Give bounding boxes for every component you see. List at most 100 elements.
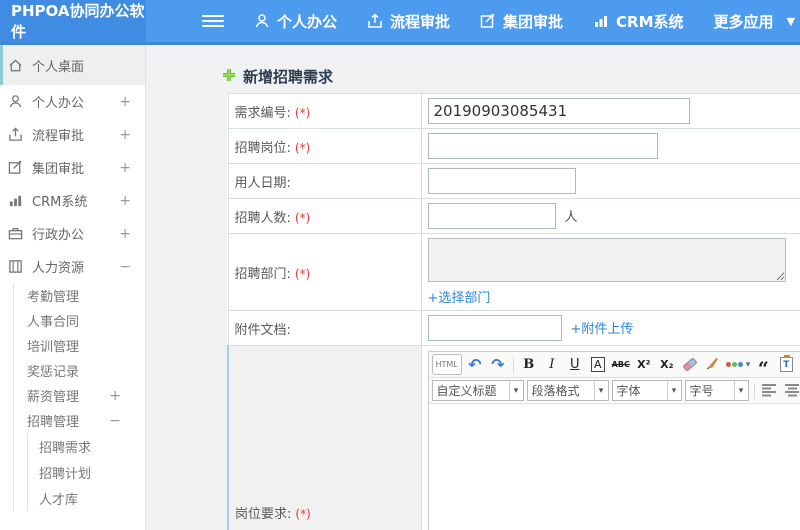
field-label: 招聘人数: <box>234 210 291 226</box>
sidebar-item-personal-desktop[interactable]: 个人桌面 <box>0 45 145 85</box>
bold-button[interactable]: B <box>519 354 539 375</box>
field-label: 招聘岗位: <box>234 140 291 156</box>
field-label: 招聘部门: <box>234 266 291 282</box>
sidebar-item-hr[interactable]: 人力资源 − <box>0 250 145 283</box>
department-textarea[interactable] <box>427 238 786 282</box>
required-marker: (*) <box>294 266 311 281</box>
chevron-down-icon: ▾ <box>666 381 681 400</box>
add-plus-icon <box>222 67 236 86</box>
form-row-position: 招聘岗位: (*) <box>227 128 800 164</box>
sidebar-item-workflow-approval[interactable]: 流程审批 + <box>0 118 145 151</box>
redo-icon[interactable]: ↷ <box>488 354 508 375</box>
form-row-department: 招聘部门: (*) +选择部门 <box>227 233 800 311</box>
main-content: 新增招聘需求 需求编号:(*) 招聘岗位:(*) 用人日期: <box>146 45 800 530</box>
group-approval-icon <box>480 13 496 29</box>
sidebar-item-crm[interactable]: CRM系统 + <box>0 184 145 217</box>
app-logo: PHPOA协同办公软件 <box>0 0 146 42</box>
sidebar-item-admin-office[interactable]: 行政办公 + <box>0 217 145 250</box>
page-title: 新增招聘需求 <box>146 45 800 93</box>
nav-item-personal-office[interactable]: 个人办公 <box>254 11 337 32</box>
sidebar-item-attendance[interactable]: 考勤管理 <box>14 283 145 308</box>
color-palette-icon[interactable]: ▾ <box>725 354 750 375</box>
hamburger-menu-icon[interactable] <box>202 12 224 30</box>
chevron-down-icon: ▾ <box>508 381 523 400</box>
font-family-select[interactable]: 字体 ▾ <box>611 380 682 401</box>
nav-item-crm[interactable]: CRM系统 <box>593 11 684 32</box>
sidebar-item-hr-contract[interactable]: 人事合同 <box>14 308 145 333</box>
user-icon <box>254 13 270 29</box>
align-left-button[interactable] <box>760 380 780 401</box>
sidebar: 个人桌面 个人办公 + 流程审批 + 集团审批 + CRM系统 + 行政办公 +… <box>0 45 146 530</box>
user-icon <box>8 94 24 109</box>
editor-content-area[interactable] <box>428 404 800 530</box>
briefcase-icon <box>8 226 24 241</box>
font-box-button[interactable]: A <box>591 357 605 372</box>
request-number-input[interactable] <box>427 98 690 124</box>
form-row-headcount: 招聘人数: (*) 人 <box>227 198 800 234</box>
recruit-submenu: 招聘需求 招聘计划 人才库 <box>27 433 145 511</box>
position-input[interactable] <box>427 133 658 159</box>
underline-button[interactable]: U <box>565 354 585 375</box>
required-marker: (*) <box>294 210 311 225</box>
sidebar-item-rewards[interactable]: 奖惩记录 <box>14 358 145 383</box>
select-department-link[interactable]: +选择部门 <box>428 291 491 306</box>
strikethrough-button[interactable]: ABC <box>611 354 631 375</box>
form-row-job-requirements: 岗位要求: (*) HTML ↶ ↷ B I U A ABC X² X₂ ▾ “… <box>227 345 800 530</box>
superscript-button[interactable]: X² <box>634 354 654 375</box>
sidebar-item-personal-office[interactable]: 个人办公 + <box>0 85 145 118</box>
required-marker: (*) <box>294 105 311 120</box>
custom-heading-select[interactable]: 自定义标题 ▾ <box>431 380 524 401</box>
field-label: 需求编号: <box>234 105 291 121</box>
sidebar-item-training[interactable]: 培训管理 <box>14 333 145 358</box>
navbar-menu: 个人办公 流程审批 集团审批 CRM系统 更多应用 ▼ <box>146 0 800 42</box>
group-approval-icon <box>8 160 24 175</box>
undo-icon[interactable]: ↶ <box>465 354 485 375</box>
workflow-icon <box>8 127 24 142</box>
top-navbar: PHPOA协同办公软件 个人办公 流程审批 集团审批 CRM系统 更多应用 ▼ <box>0 0 800 45</box>
collapse-minus-icon[interactable]: − <box>119 259 131 275</box>
sidebar-item-group-approval[interactable]: 集团审批 + <box>0 151 145 184</box>
sidebar-item-recruit-request[interactable]: 招聘需求 <box>28 433 145 459</box>
recruit-request-form: 需求编号:(*) 招聘岗位:(*) 用人日期: 招聘人数:(*) <box>227 93 800 530</box>
nav-item-workflow-approval[interactable]: 流程审批 <box>367 11 450 32</box>
expand-plus-icon[interactable]: + <box>119 226 131 242</box>
format-painter-icon[interactable] <box>703 354 723 375</box>
toolbar-separator <box>512 356 514 373</box>
hire-date-input[interactable] <box>427 168 576 194</box>
sidebar-item-talent-pool[interactable]: 人才库 <box>28 485 145 511</box>
html-source-button[interactable]: HTML <box>431 354 462 375</box>
field-label: 岗位要求: <box>235 507 292 522</box>
sidebar-item-recruit-plan[interactable]: 招聘计划 <box>28 459 145 485</box>
expand-plus-icon[interactable]: + <box>119 160 131 176</box>
crm-chart-icon <box>593 13 609 29</box>
expand-plus-icon[interactable]: + <box>119 193 131 209</box>
required-marker: (*) <box>294 140 311 155</box>
sidebar-item-salary[interactable]: 薪资管理 + <box>14 383 145 408</box>
home-icon <box>8 58 24 73</box>
attachment-input[interactable] <box>427 315 562 341</box>
nav-item-group-approval[interactable]: 集团审批 <box>480 11 563 32</box>
blockquote-button[interactable]: “ <box>753 354 773 378</box>
align-center-button[interactable] <box>783 380 800 401</box>
form-row-request-number: 需求编号: (*) <box>227 93 800 129</box>
expand-plus-icon[interactable]: + <box>109 388 121 404</box>
collapse-minus-icon[interactable]: − <box>109 413 121 429</box>
nav-item-more-apps[interactable]: 更多应用 ▼ <box>714 11 795 32</box>
expand-plus-icon[interactable]: + <box>119 94 131 110</box>
font-size-select[interactable]: 字号 ▾ <box>684 380 749 401</box>
italic-button[interactable]: I <box>542 354 562 375</box>
subscript-button[interactable]: X₂ <box>657 354 677 375</box>
paste-icon[interactable]: T <box>776 354 796 375</box>
field-label: 附件文档: <box>234 322 291 338</box>
form-row-hire-date: 用人日期: <box>227 163 800 199</box>
headcount-input[interactable] <box>427 203 556 229</box>
eraser-icon[interactable] <box>680 354 700 375</box>
paragraph-format-select[interactable]: 段落格式 ▾ <box>526 380 609 401</box>
hr-book-icon <box>8 259 24 274</box>
chevron-down-icon: ▾ <box>733 381 748 400</box>
expand-plus-icon[interactable]: + <box>119 127 131 143</box>
toolbar-separator <box>753 382 755 399</box>
attachment-upload-link[interactable]: +附件上传 <box>571 322 634 337</box>
sidebar-item-recruit-mgmt[interactable]: 招聘管理 − <box>14 408 145 433</box>
chevron-down-icon: ▾ <box>593 381 608 400</box>
